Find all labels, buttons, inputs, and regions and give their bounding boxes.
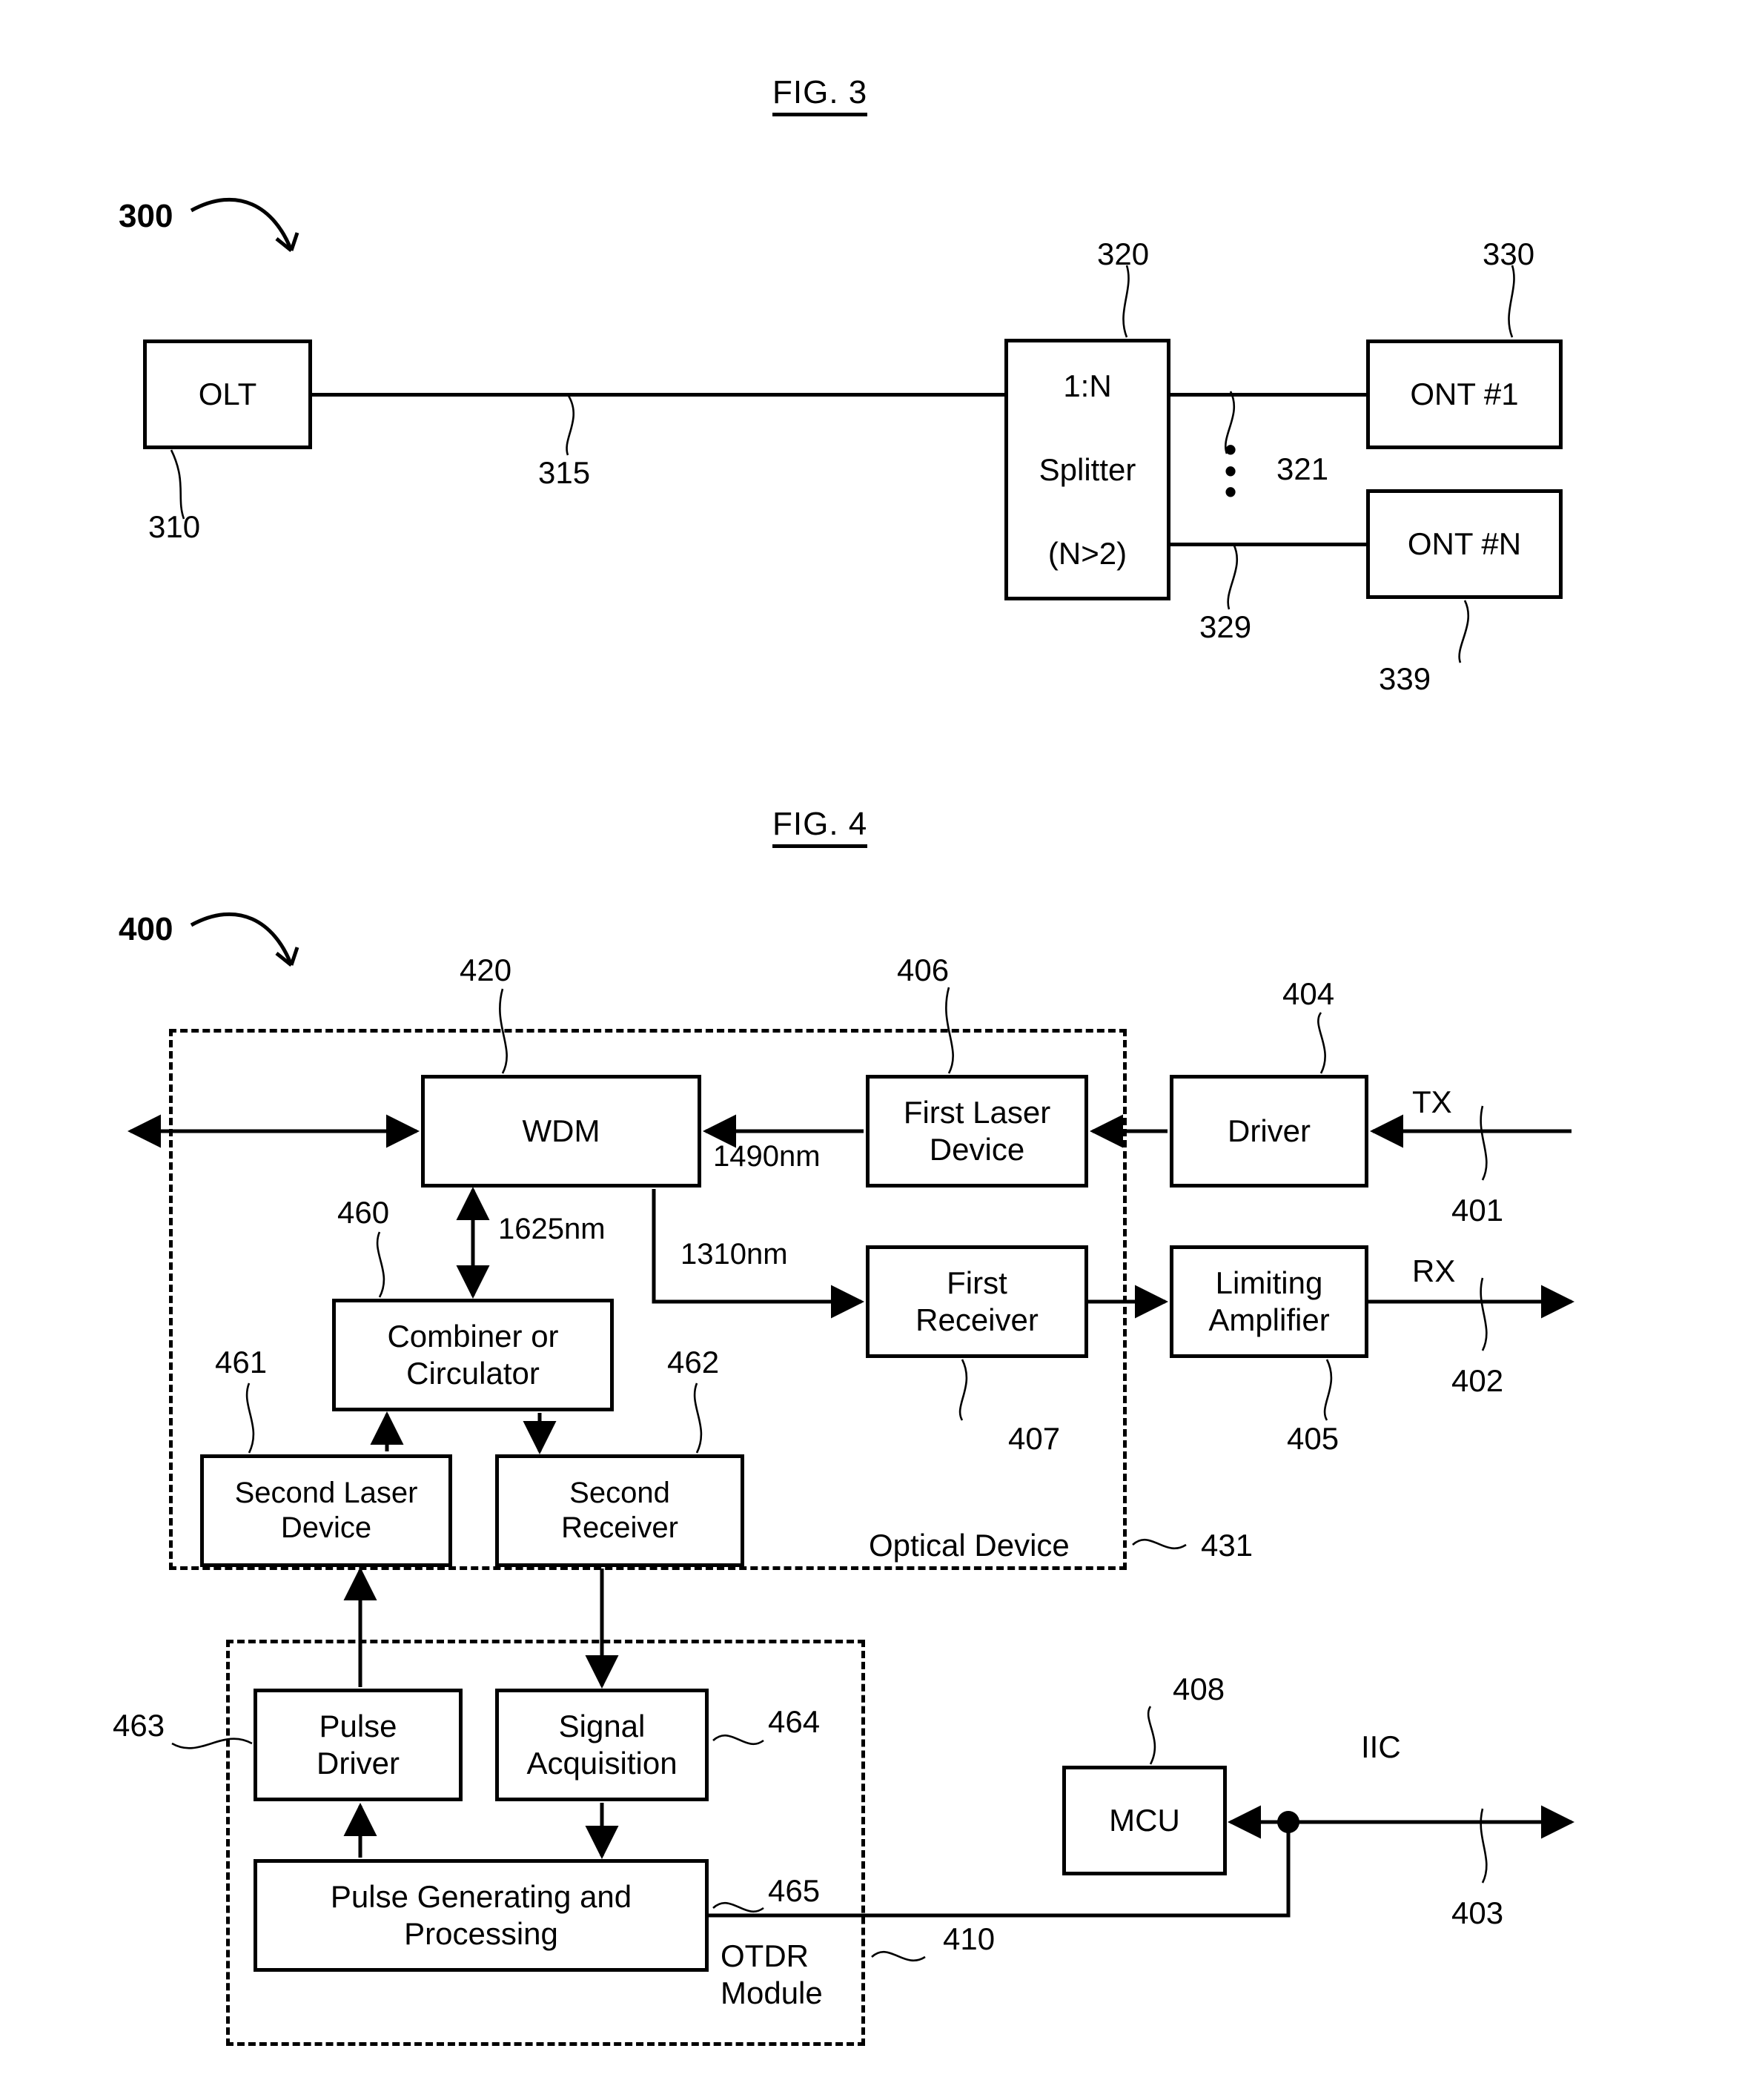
combiner-or-circulator-ref: 460 [337, 1195, 390, 1230]
splitter-ref: 320 [1097, 236, 1150, 271]
wavelength-1490-label: 1490nm [713, 1140, 821, 1173]
figure-4-system-ref: 400 [119, 911, 173, 947]
mcu-box: MCU [1062, 1766, 1227, 1875]
second-laser-device-box: Second Laser Device [200, 1454, 452, 1567]
tx-port-ref: 401 [1451, 1193, 1504, 1228]
olt-box: OLT [143, 339, 312, 449]
driver-box: Driver [1170, 1075, 1368, 1188]
first-receiver-ref: 407 [1008, 1421, 1061, 1456]
pulse-driver-box: Pulse Driver [254, 1689, 463, 1801]
wdm-box: WDM [421, 1075, 701, 1188]
driver-ref: 404 [1282, 976, 1335, 1011]
iic-port-ref: 403 [1451, 1895, 1504, 1930]
pulse-generating-and-processing-ref: 465 [768, 1873, 821, 1908]
second-laser-device-ref: 461 [215, 1345, 268, 1379]
first-laser-device-box: First Laser Device [866, 1075, 1088, 1188]
tx-label: TX [1412, 1084, 1452, 1119]
drop-fiber-first-ref: 321 [1276, 451, 1329, 486]
wavelength-1625-label: 1625nm [498, 1213, 606, 1245]
otdr-module-label-line2: Module [721, 1975, 823, 2010]
signal-acquisition-ref: 464 [768, 1704, 821, 1739]
otdr-module-label-line1: OTDR [721, 1938, 809, 1973]
second-receiver-ref: 462 [667, 1345, 720, 1379]
pulse-generating-and-processing-box: Pulse Generating and Processing [254, 1859, 709, 1972]
vertical-ellipsis-icon: • • • [1224, 430, 1237, 511]
ont-first-box: ONT #1 [1366, 339, 1563, 449]
wavelength-1310-label: 1310nm [680, 1238, 788, 1271]
splitter-condition-label: (N>2) [1047, 535, 1127, 571]
drop-fiber-last-ref: 329 [1199, 609, 1252, 644]
otdr-module-ref: 410 [943, 1921, 996, 1956]
wdm-ref: 420 [460, 953, 512, 987]
iic-label: IIC [1361, 1729, 1401, 1764]
second-receiver-box: Second Receiver [495, 1454, 744, 1567]
feeder-fiber-line [311, 393, 1004, 397]
signal-acquisition-box: Signal Acquisition [495, 1689, 709, 1801]
drop-fiber-last-line [1170, 543, 1367, 546]
ont-first-ref: 330 [1483, 236, 1535, 271]
feeder-fiber-ref: 315 [538, 455, 591, 490]
rx-label: RX [1412, 1253, 1456, 1288]
drop-fiber-first-line [1170, 393, 1367, 397]
figure-3-system-ref: 300 [119, 198, 173, 234]
mcu-ref: 408 [1173, 1672, 1225, 1706]
rx-port-ref: 402 [1451, 1363, 1504, 1398]
splitter-ratio-label: 1:N [1063, 368, 1112, 403]
ont-last-ref: 339 [1379, 661, 1431, 696]
ont-last-box: ONT #N [1366, 489, 1563, 599]
figure-4-title: FIG. 4 [772, 806, 868, 849]
optical-device-label: Optical Device [869, 1528, 1070, 1563]
splitter-name-label: Splitter [1039, 451, 1136, 487]
patent-drawing-sheet: FIG. 3 300 OLT 310 315 1:N Splitter (N>2… [0, 0, 1742, 2100]
limiting-amplifier-ref: 405 [1287, 1421, 1339, 1456]
figure-3-title: FIG. 3 [772, 75, 868, 117]
first-receiver-box: First Receiver [866, 1245, 1088, 1358]
olt-ref: 310 [148, 509, 201, 544]
iic-junction-dot [1277, 1811, 1299, 1833]
splitter-box: 1:N Splitter (N>2) [1004, 339, 1170, 600]
limiting-amplifier-box: Limiting Amplifier [1170, 1245, 1368, 1358]
otdr-module-label: OTDR Module [721, 1938, 823, 2011]
first-laser-device-ref: 406 [897, 953, 950, 987]
optical-device-ref: 431 [1201, 1528, 1253, 1563]
combiner-or-circulator-box: Combiner or Circulator [332, 1299, 614, 1411]
pulse-driver-ref: 463 [113, 1708, 165, 1743]
